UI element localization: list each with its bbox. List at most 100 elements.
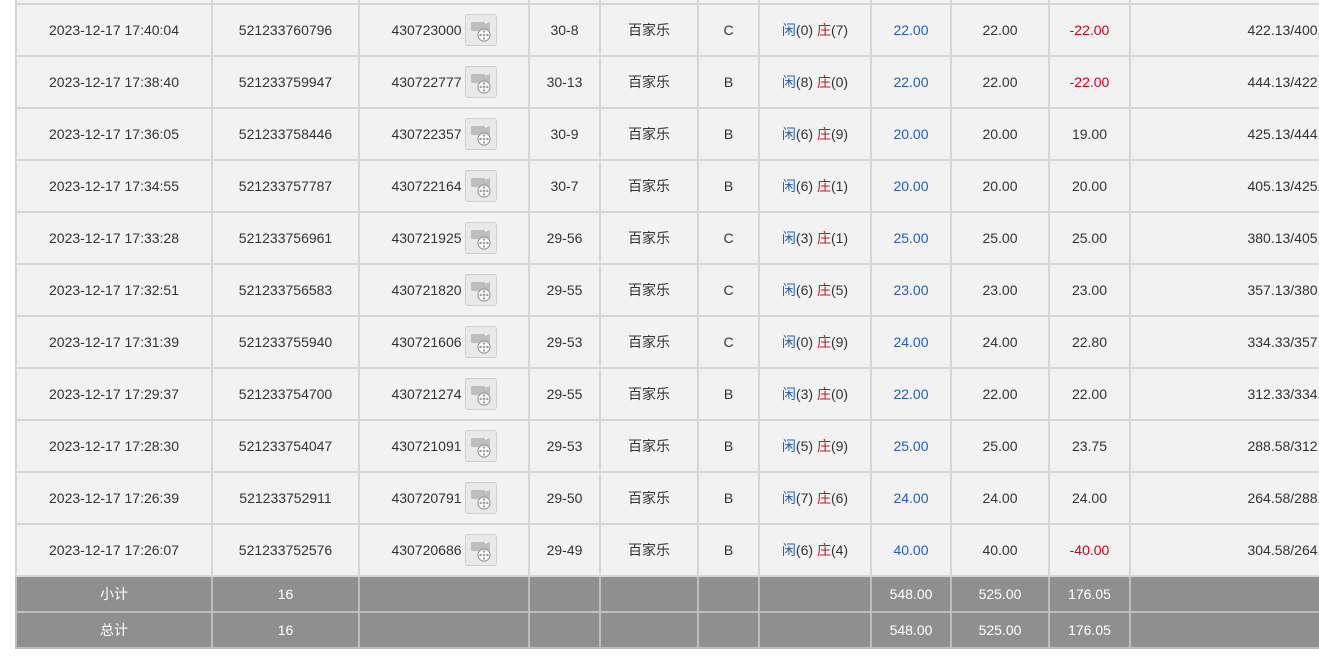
video-replay-icon[interactable] (464, 430, 497, 462)
bet-amount: 22.00 (870, 55, 952, 109)
game-name: 百家乐 (599, 523, 699, 577)
game-number-cell: 430720686 (358, 523, 530, 577)
shoe-round: 29-56 (528, 211, 601, 265)
game-number-cell: 430721274 (358, 367, 530, 421)
result-cell: 闲(3) 庄(1) (758, 211, 872, 265)
shoe-round: 30-9 (528, 107, 601, 161)
game-number: 430720791 (391, 490, 462, 506)
table-code: B (697, 107, 760, 161)
player-result: 闲(3) (781, 230, 814, 246)
bet-time: 2023-12-17 17:34:55 (15, 159, 213, 213)
game-number: 430721820 (391, 282, 462, 298)
player-result: 闲(0) (781, 334, 814, 350)
player-result: 闲(6) (781, 282, 814, 298)
video-replay-icon[interactable] (464, 66, 497, 98)
valid-bet: 24.00 (950, 315, 1050, 369)
balance-before-after: 304.58/264.58 (1129, 523, 1319, 577)
shoe-round: 30-7 (528, 159, 601, 213)
banker-result: 庄(5) (816, 282, 849, 298)
bet-time: 2023-12-17 17:33:28 (15, 211, 213, 265)
video-replay-icon[interactable] (464, 14, 497, 46)
balance-before-after: 357.13/380.13 (1129, 263, 1319, 317)
shoe-round: 29-49 (528, 523, 601, 577)
result-cell: 闲(0) 庄(7) (758, 3, 872, 57)
game-number: 430723000 (391, 22, 462, 38)
total-valid: 525.00 (950, 611, 1050, 649)
table-row: 2023-12-17 17:34:55 521233757787 4307221… (15, 159, 1319, 213)
game-number-cell: 430723000 (358, 3, 530, 57)
shoe-round: 29-55 (528, 263, 601, 317)
result-cell: 闲(7) 庄(6) (758, 471, 872, 525)
subtotal-valid: 525.00 (950, 575, 1050, 613)
table-row: 2023-12-17 17:31:39 521233755940 4307216… (15, 315, 1319, 369)
game-name: 百家乐 (599, 107, 699, 161)
summary-body: 小计 16 548.00 525.00 176.05 总计 16 548.00 … (15, 575, 1319, 649)
video-replay-icon[interactable] (464, 170, 497, 202)
game-number: 430721925 (391, 230, 462, 246)
bet-amount: 25.00 (870, 419, 952, 473)
bet-number: 521233756961 (211, 211, 360, 265)
table-row: 2023-12-17 17:26:39 521233752911 4307207… (15, 471, 1319, 525)
result-cell: 闲(3) 庄(0) (758, 367, 872, 421)
bet-time: 2023-12-17 17:40:04 (15, 3, 213, 57)
balance-before-after: 425.13/444.13 (1129, 107, 1319, 161)
shoe-round: 30-13 (528, 55, 601, 109)
bet-time: 2023-12-17 17:29:37 (15, 367, 213, 421)
player-result: 闲(7) (781, 490, 814, 506)
video-replay-icon[interactable] (464, 222, 497, 254)
result-cell: 闲(8) 庄(0) (758, 55, 872, 109)
balance-before-after: 288.58/312.33 (1129, 419, 1319, 473)
player-result: 闲(6) (781, 542, 814, 558)
table-row: 2023-12-17 17:26:07 521233752576 4307206… (15, 523, 1319, 577)
banker-result: 庄(9) (816, 438, 849, 454)
table-code: B (697, 55, 760, 109)
result-cell: 闲(6) 庄(5) (758, 263, 872, 317)
shoe-round: 29-50 (528, 471, 601, 525)
subtotal-win: 176.05 (1048, 575, 1131, 613)
balance-before-after: 264.58/288.58 (1129, 471, 1319, 525)
game-number: 430722777 (391, 74, 462, 90)
bet-number: 521233755940 (211, 315, 360, 369)
game-number-cell: 430720791 (358, 471, 530, 525)
video-replay-icon[interactable] (464, 482, 497, 514)
table-code: C (697, 3, 760, 57)
total-count: 16 (211, 611, 360, 649)
video-replay-icon[interactable] (464, 118, 497, 150)
table-code: B (697, 523, 760, 577)
bet-amount: 20.00 (870, 107, 952, 161)
banker-result: 庄(9) (816, 126, 849, 142)
game-name: 百家乐 (599, 471, 699, 525)
game-name: 百家乐 (599, 315, 699, 369)
bet-time: 2023-12-17 17:36:05 (15, 107, 213, 161)
banker-result: 庄(9) (816, 334, 849, 350)
bet-time: 2023-12-17 17:26:07 (15, 523, 213, 577)
table-code: C (697, 315, 760, 369)
video-replay-icon[interactable] (464, 378, 497, 410)
bet-time: 2023-12-17 17:31:39 (15, 315, 213, 369)
records-body: 2023-12-17 17:40:04 521233760796 4307230… (15, 0, 1319, 577)
table-row: 2023-12-17 17:33:28 521233756961 4307219… (15, 211, 1319, 265)
result-cell: 闲(6) 庄(4) (758, 523, 872, 577)
game-number-cell: 430722777 (358, 55, 530, 109)
win-loss: 22.00 (1048, 367, 1131, 421)
bet-amount: 22.00 (870, 367, 952, 421)
balance-before-after: 334.33/357.13 (1129, 315, 1319, 369)
game-number: 430721091 (391, 438, 462, 454)
balance-before-after: 380.13/405.13 (1129, 211, 1319, 265)
win-loss: 22.80 (1048, 315, 1131, 369)
bet-amount: 20.00 (870, 159, 952, 213)
video-replay-icon[interactable] (464, 326, 497, 358)
win-loss: -22.00 (1048, 3, 1131, 57)
bet-amount: 24.00 (870, 315, 952, 369)
bet-number: 521233760796 (211, 3, 360, 57)
video-replay-icon[interactable] (464, 274, 497, 306)
result-cell: 闲(5) 庄(9) (758, 419, 872, 473)
game-number-cell: 430722357 (358, 107, 530, 161)
banker-result: 庄(4) (816, 542, 849, 558)
table-row: 2023-12-17 17:38:40 521233759947 4307227… (15, 55, 1319, 109)
banker-result: 庄(6) (816, 490, 849, 506)
video-replay-icon[interactable] (464, 534, 497, 566)
banker-result: 庄(0) (816, 386, 849, 402)
left-gutter (0, 0, 15, 667)
game-name: 百家乐 (599, 159, 699, 213)
